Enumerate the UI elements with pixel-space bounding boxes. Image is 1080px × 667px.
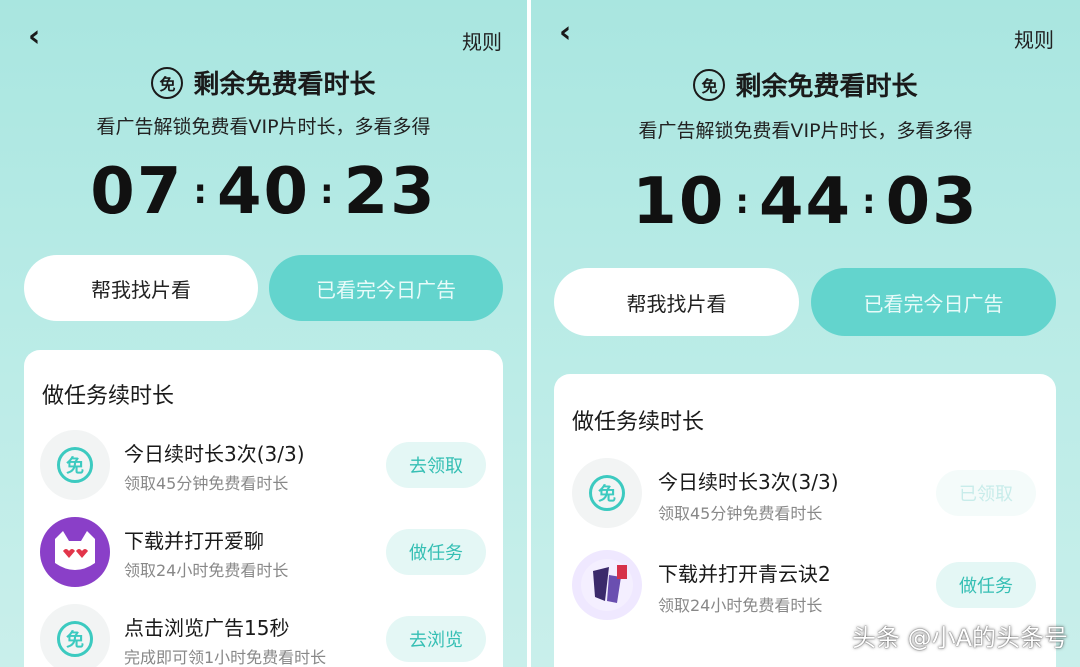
game-app-icon — [572, 550, 642, 620]
timer-colon: : — [193, 172, 207, 212]
timer-seconds: 03 — [885, 165, 979, 239]
free-icon: 免 — [40, 604, 110, 667]
timer-minutes: 44 — [758, 165, 853, 239]
countdown-timer: 07 : 40 : 23 — [0, 155, 527, 229]
left-screen: ‹ 规则 免 剩余免费看时长 看广告解锁免费看VIP片时长，多看多得 07 : … — [0, 0, 527, 667]
free-icon: 免 — [40, 430, 110, 500]
back-chevron-icon[interactable]: ‹ — [28, 22, 40, 52]
tasks-title: 做任务续时长 — [572, 410, 705, 435]
task-desc: 领取45分钟免费看时长 — [658, 504, 823, 523]
do-task-button[interactable]: 做任务 — [936, 562, 1036, 608]
page-title: 免 剩余免费看时长 — [531, 66, 1080, 103]
cat-app-icon — [40, 517, 110, 587]
find-movie-button[interactable]: 帮我找片看 — [24, 255, 258, 321]
free-badge-icon: 免 — [693, 68, 726, 101]
back-chevron-icon[interactable]: ‹ — [559, 18, 571, 48]
ads-done-button[interactable]: 已看完今日广告 — [269, 255, 503, 321]
task-name: 今日续时长3次(3/3) — [124, 442, 305, 466]
do-task-button[interactable]: 做任务 — [386, 529, 486, 575]
task-item: 下载并打开青云诀2 领取24小时免费看时长 做任务 — [554, 550, 1056, 622]
tasks-card: 做任务续时长 免 今日续时长3次(3/3) 领取45分钟免费看时长 去领取 下载… — [24, 350, 503, 667]
task-desc: 领取45分钟免费看时长 — [124, 474, 289, 493]
task-name: 下载并打开爱聊 — [124, 529, 264, 553]
right-screen: ‹ 规则 免 剩余免费看时长 看广告解锁免费看VIP片时长，多看多得 10 : … — [531, 0, 1080, 667]
ads-done-button[interactable]: 已看完今日广告 — [811, 268, 1056, 336]
task-item: 下载并打开爱聊 领取24小时免费看时长 做任务 — [24, 517, 503, 589]
free-icon: 免 — [572, 458, 642, 528]
countdown-timer: 10 : 44 : 03 — [531, 165, 1080, 239]
claim-button[interactable]: 去领取 — [386, 442, 486, 488]
browse-button[interactable]: 去浏览 — [386, 616, 486, 662]
subtitle: 看广告解锁免费看VIP片时长，多看多得 — [96, 116, 431, 138]
rules-link[interactable]: 规则 — [1014, 24, 1054, 53]
title-text: 剩余免费看时长 — [193, 70, 376, 100]
subtitle: 看广告解锁免费看VIP片时长，多看多得 — [638, 120, 973, 142]
find-movie-button[interactable]: 帮我找片看 — [554, 268, 799, 336]
timer-colon: : — [735, 182, 749, 222]
task-item: 免 点击浏览广告15秒 完成即可领1小时免费看时长 去浏览 — [24, 604, 503, 667]
task-desc: 领取24小时免费看时长 — [124, 561, 289, 580]
task-name: 今日续时长3次(3/3) — [658, 470, 839, 494]
timer-seconds: 23 — [343, 155, 437, 229]
task-name: 下载并打开青云诀2 — [658, 562, 831, 586]
task-item: 免 今日续时长3次(3/3) 领取45分钟免费看时长 已领取 — [554, 458, 1056, 530]
tasks-title: 做任务续时长 — [42, 384, 175, 409]
rules-link[interactable]: 规则 — [462, 26, 502, 55]
task-item: 免 今日续时长3次(3/3) 领取45分钟免费看时长 去领取 — [24, 430, 503, 502]
title-text: 剩余免费看时长 — [735, 72, 918, 102]
timer-hours: 10 — [632, 165, 726, 239]
task-name: 点击浏览广告15秒 — [124, 616, 290, 640]
claimed-button[interactable]: 已领取 — [936, 470, 1036, 516]
watermark: 头条 @小A的头条号 — [851, 624, 1068, 652]
timer-hours: 07 — [90, 155, 184, 229]
task-desc: 领取24小时免费看时长 — [658, 596, 823, 615]
task-desc: 完成即可领1小时免费看时长 — [124, 648, 327, 667]
timer-minutes: 40 — [216, 155, 311, 229]
timer-colon: : — [320, 172, 334, 212]
timer-colon: : — [862, 182, 876, 222]
page-title: 免 剩余免费看时长 — [0, 64, 527, 101]
free-badge-icon: 免 — [151, 66, 184, 99]
